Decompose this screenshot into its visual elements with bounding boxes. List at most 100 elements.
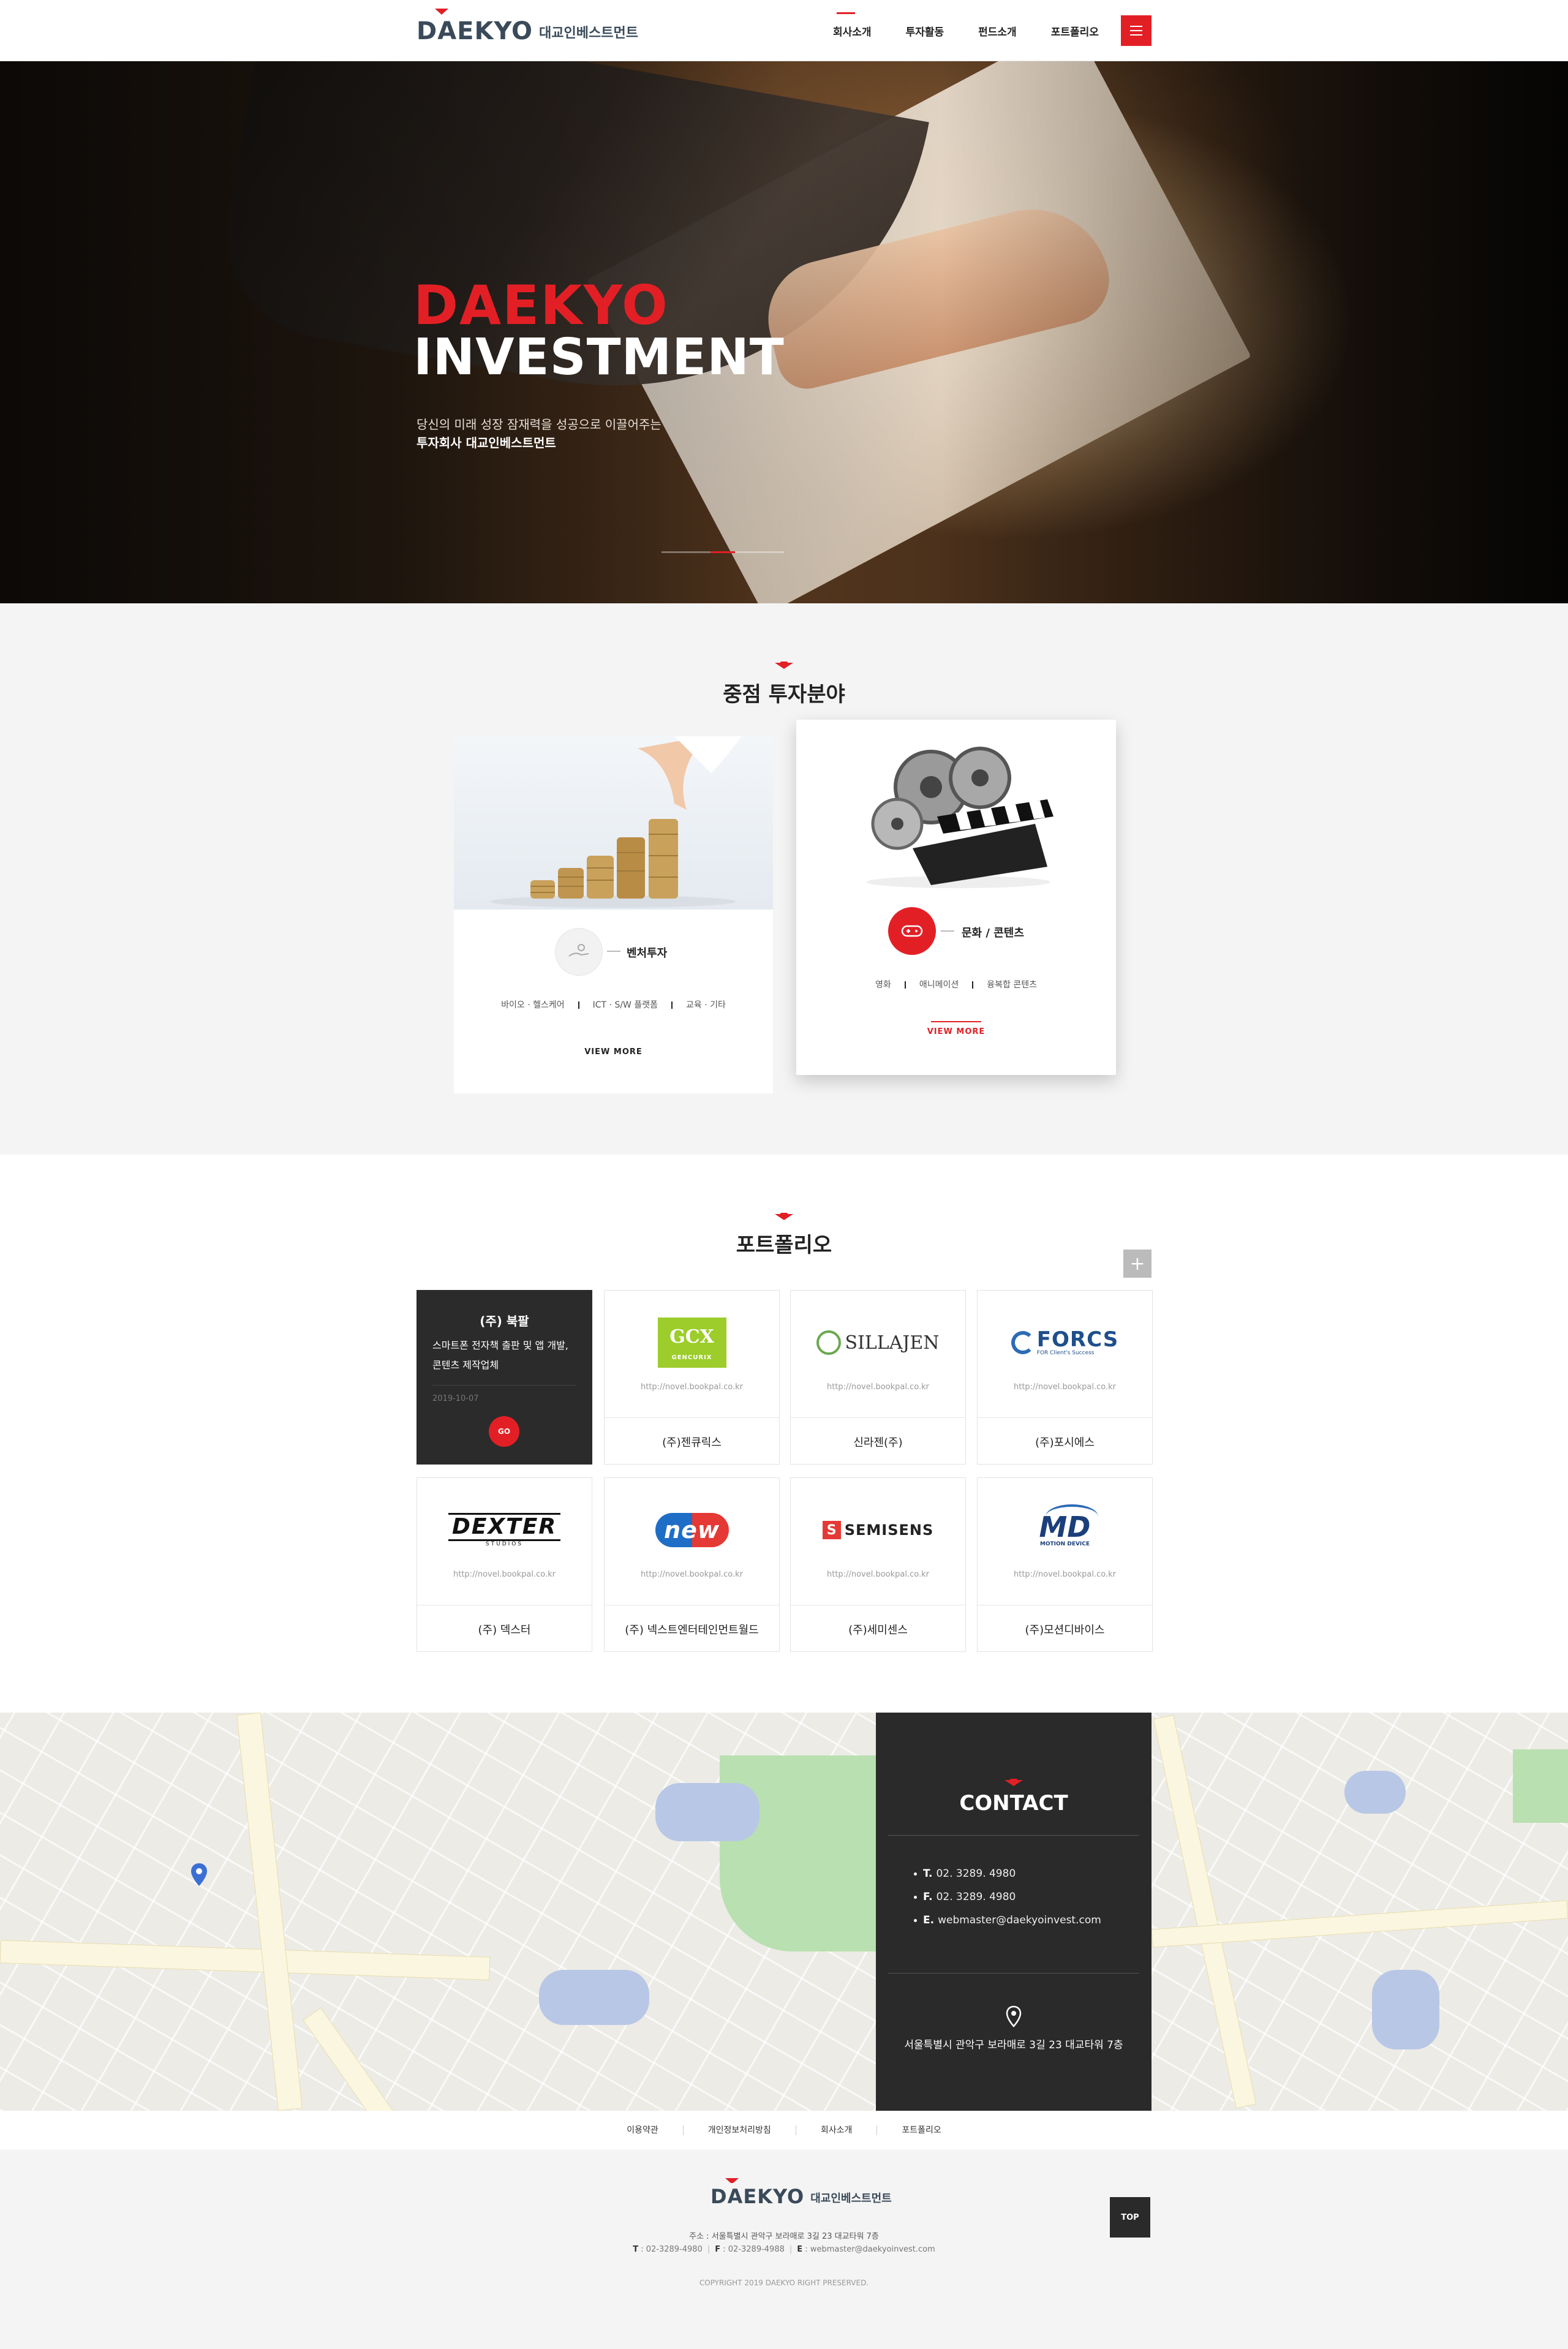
footer-link-portfolio[interactable]: 포트폴리오 bbox=[876, 2125, 965, 2135]
footer-link-terms[interactable]: 이용약관 bbox=[602, 2125, 683, 2135]
hamburger-icon-bar bbox=[1130, 34, 1142, 36]
map-park-area bbox=[1513, 1749, 1568, 1823]
company-logo-sillajen: SILLAJEN bbox=[791, 1312, 965, 1373]
map-location-pin-icon[interactable] bbox=[190, 1863, 208, 1887]
dexter-logo-sub: STUDIOS bbox=[485, 1541, 524, 1547]
company-logo-semisens: S SEMISENS bbox=[791, 1499, 965, 1561]
card-title: 벤처투자 bbox=[627, 947, 668, 960]
hero-banner: DAEKYO INVESTMENT 당신의 미래 성장 잠재력을 성공으로 이끌… bbox=[0, 61, 1568, 603]
semisens-logo-text: SEMISENS bbox=[844, 1521, 934, 1539]
company-logo-gencurix: GCX GENCURIX bbox=[605, 1312, 779, 1373]
section-mark-icon bbox=[1005, 1779, 1023, 1789]
hero-pager-dot[interactable] bbox=[662, 551, 686, 553]
company-name: (주) 덱스터 bbox=[417, 1605, 592, 1653]
view-more-link[interactable]: VIEW MORE bbox=[454, 1047, 773, 1057]
contact-phone-value: 02. 3289. 4980 bbox=[936, 1868, 1016, 1880]
portfolio-card-forcs[interactable]: FORCS FOR Client's Success http://novel.… bbox=[977, 1290, 1153, 1465]
hero-slide-pager bbox=[662, 551, 784, 553]
portfolio-card-dexter[interactable]: DEXTER STUDIOS http://novel.bookpal.co.k… bbox=[417, 1477, 592, 1652]
company-name: (주)젠큐릭스 bbox=[605, 1417, 779, 1465]
coins-hand-illustration bbox=[491, 736, 742, 908]
hero-pager-dot[interactable] bbox=[686, 551, 710, 553]
view-more-underline bbox=[931, 1021, 981, 1022]
focus-card-venture[interactable]: 벤처투자 바이오 · 헬스케어 ICT · S/W 플랫폼 교육 · 기타 VIEW… bbox=[454, 736, 773, 1093]
company-name: 신라젠(주) bbox=[791, 1417, 965, 1465]
portfolio-card-sillajen[interactable]: SILLAJEN http://novel.bookpal.co.kr 신라젠(… bbox=[790, 1290, 966, 1465]
dexter-logo-wrap: DEXTER STUDIOS bbox=[448, 1513, 561, 1547]
scroll-top-button[interactable]: TOP bbox=[1110, 2197, 1150, 2238]
hero-pager-dot[interactable] bbox=[710, 551, 735, 553]
go-button[interactable]: GO bbox=[489, 1416, 519, 1447]
menu-button[interactable] bbox=[1121, 15, 1152, 46]
forcs-logo-wrap: FORCS FOR Client's Success bbox=[1037, 1329, 1118, 1356]
nav-item-company[interactable]: 회사소개 bbox=[833, 12, 872, 39]
footer-link-company[interactable]: 회사소개 bbox=[795, 2125, 877, 2135]
company-url: http://novel.bookpal.co.kr bbox=[827, 1570, 929, 1579]
location-map[interactable] bbox=[0, 1713, 1568, 2111]
contact-email-label: E. bbox=[923, 1914, 935, 1926]
gamepad-icon bbox=[888, 907, 936, 955]
map-building-area bbox=[655, 1783, 760, 1841]
card-title: 문화 / 콘텐츠 bbox=[962, 927, 1024, 940]
portfolio-more-button[interactable]: + bbox=[1123, 1250, 1152, 1278]
contact-email-value[interactable]: webmaster@daekyoinvest.com bbox=[938, 1914, 1101, 1926]
footer-logo: DAEKYO 대교인베스트먼트 bbox=[710, 2178, 892, 2208]
portfolio-card-semisens[interactable]: S SEMISENS http://novel.bookpal.co.kr (주… bbox=[790, 1477, 966, 1652]
footer-contact-line: T : 02-3289-4980 | F : 02-3289-4988 | E : we… bbox=[0, 2245, 1568, 2254]
hero-tagline: 투자회사 대교인베스트먼트 bbox=[417, 435, 556, 450]
footer-link-privacy[interactable]: 개인정보처리방침 bbox=[682, 2125, 796, 2135]
new-logo-text: NEW bbox=[655, 1513, 729, 1547]
company-logo-dexter: DEXTER STUDIOS bbox=[417, 1499, 592, 1561]
logo-subtitle: 대교인베스트먼트 bbox=[539, 26, 638, 41]
contact-phone-label: T. bbox=[923, 1868, 933, 1880]
contact-address: 서울특별시 관악구 보라매로 3길 23 대교타워 7층 bbox=[904, 2039, 1123, 2051]
focus-card-culture[interactable]: 문화 / 콘텐츠 영화 애니메이션 융복합 콘텐츠 VIEW MORE bbox=[796, 720, 1116, 1075]
contact-fax-value: 02. 3289. 4980 bbox=[936, 1891, 1016, 1903]
footer-address: 주소 : 서울특별시 관악구 보라매로 3길 23 대교타워 7층 bbox=[689, 2232, 879, 2241]
site-logo[interactable]: DAEKYO 대교인베스트먼트 bbox=[417, 9, 638, 45]
contact-email: E. webmaster@daekyoinvest.com bbox=[914, 1914, 1101, 1926]
featured-company-name: (주) 북팔 bbox=[480, 1314, 529, 1329]
footer-logo-wordmark: DAEKYO bbox=[710, 2178, 804, 2208]
tag-separator bbox=[671, 1001, 673, 1009]
company-name: (주)세미센스 bbox=[791, 1605, 965, 1653]
company-url: http://novel.bookpal.co.kr bbox=[1014, 1570, 1116, 1579]
footer-tel-value: : 02-3289-4980 bbox=[641, 2245, 703, 2254]
location-pin-icon bbox=[1005, 2005, 1022, 2027]
portfolio-card-motiondevice[interactable]: MD MOTION DEVICE http://novel.bookpal.co… bbox=[977, 1477, 1153, 1652]
main-nav: 회사소개 투자활동 펀드소개 포트폴리오 bbox=[833, 0, 1133, 61]
hero-pager-dot[interactable] bbox=[735, 551, 760, 553]
portfolio-card-gencurix[interactable]: GCX GENCURIX http://novel.bookpal.co.kr … bbox=[604, 1290, 780, 1465]
hero-pager-dot[interactable] bbox=[760, 551, 784, 553]
featured-date: 2019-10-07 bbox=[432, 1394, 479, 1403]
company-name: (주)포시에스 bbox=[978, 1417, 1152, 1465]
company-name: (주)모션디바이스 bbox=[978, 1605, 1152, 1653]
footer-fax-label: F bbox=[715, 2245, 721, 2254]
company-url: http://novel.bookpal.co.kr bbox=[641, 1382, 743, 1392]
logo-accent-icon bbox=[435, 9, 448, 15]
map-building-area bbox=[1344, 1771, 1406, 1814]
tag: 애니메이션 bbox=[919, 980, 959, 990]
nav-item-portfolio[interactable]: 포트폴리오 bbox=[1051, 23, 1099, 39]
contact-fax: F. 02. 3289. 4980 bbox=[914, 1891, 1016, 1903]
company-url: http://novel.bookpal.co.kr bbox=[641, 1570, 743, 1579]
contact-panel: CONTACT T. 02. 3289. 4980 F. 02. 3289. 498… bbox=[876, 1713, 1152, 2111]
tag: 영화 bbox=[875, 980, 891, 990]
card-divider bbox=[941, 930, 954, 932]
portfolio-card-new[interactable]: NEW http://novel.bookpal.co.kr (주) 넥스트엔터… bbox=[604, 1477, 780, 1652]
forcs-logo-text: FORCS bbox=[1036, 1327, 1119, 1352]
map-pin-glyph bbox=[191, 1863, 207, 1886]
footer-copyright: COPYRIGHT 2019 DAEKYO RIGHT PRESERVED. bbox=[699, 2279, 869, 2287]
site-footer: DAEKYO 대교인베스트먼트 주소 : 서울특별시 관악구 보라매로 3길 2… bbox=[0, 2151, 1568, 2349]
featured-company-description: 스마트폰 전자책 출판 및 앱 개발, 콘텐츠 제작업체 bbox=[432, 1340, 568, 1371]
gamepad-glyph bbox=[901, 925, 923, 937]
nav-item-fund[interactable]: 펀드소개 bbox=[978, 23, 1017, 39]
company-url: http://novel.bookpal.co.kr bbox=[453, 1570, 556, 1579]
tag: ICT · S/W 플랫폼 bbox=[592, 1000, 658, 1010]
nav-item-investment[interactable]: 투자활동 bbox=[906, 23, 944, 39]
portfolio-featured-card[interactable]: (주) 북팔 스마트폰 전자책 출판 및 앱 개발, 콘텐츠 제작업체 2019… bbox=[417, 1290, 592, 1465]
view-more-link[interactable]: VIEW MORE bbox=[796, 1027, 1116, 1036]
map-building-area bbox=[539, 1970, 649, 2025]
sillajen-logo-text: SILLAJEN bbox=[845, 1332, 940, 1354]
portfolio-title: 포트폴리오 bbox=[736, 1233, 832, 1257]
